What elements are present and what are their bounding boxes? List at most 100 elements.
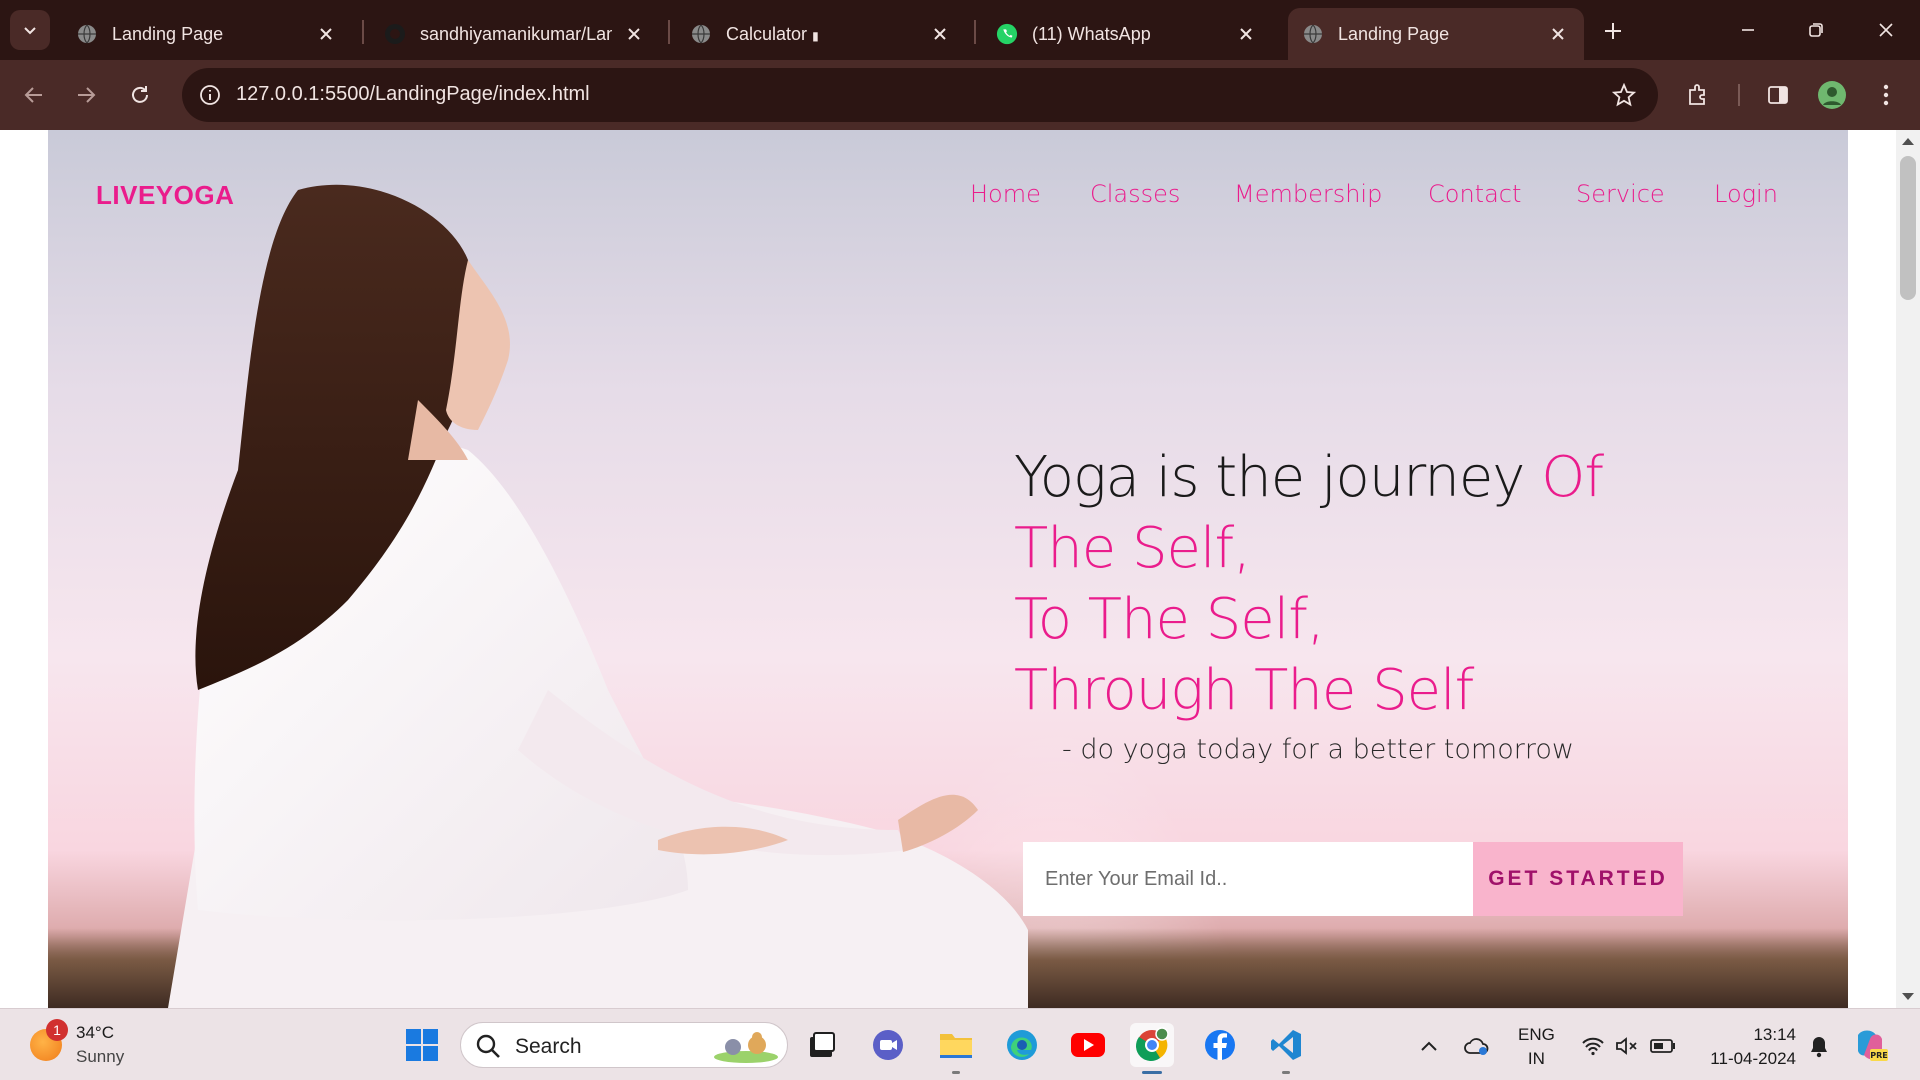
vscode-icon <box>1271 1030 1301 1060</box>
scroll-down-arrow-icon[interactable] <box>1902 993 1914 1000</box>
page-scrollbar[interactable] <box>1896 130 1920 1008</box>
tab-landing-page-1[interactable]: Landing Page <box>62 8 352 60</box>
side-panel-icon <box>1768 86 1788 104</box>
nav-membership[interactable]: Membership <box>1234 180 1382 208</box>
chevron-up-icon <box>1421 1041 1437 1051</box>
meet-app-button[interactable] <box>866 1023 910 1067</box>
tab-divider <box>974 20 976 44</box>
windows-start-icon <box>406 1029 438 1061</box>
side-panel-button[interactable] <box>1760 77 1796 113</box>
profile-button[interactable] <box>1814 77 1850 113</box>
reload-icon <box>132 86 148 103</box>
toolbar-divider <box>1738 84 1740 106</box>
copilot-icon: PRE <box>1858 1030 1888 1061</box>
bookmark-star-icon[interactable] <box>1610 81 1638 109</box>
running-indicator <box>1142 1071 1162 1074</box>
chevron-down-icon <box>24 27 36 35</box>
language-region: IN <box>1527 1049 1545 1068</box>
search-label: Search <box>515 1035 582 1058</box>
site-info-icon[interactable] <box>196 81 224 109</box>
tab-landing-page-active[interactable]: Landing Page <box>1288 8 1584 60</box>
svg-text:PRE: PRE <box>1870 1051 1888 1060</box>
email-input[interactable] <box>1023 842 1473 916</box>
close-icon[interactable] <box>622 22 646 46</box>
windows-taskbar: 1 34°C Sunny Search ENG IN 13:14 11-04-2… <box>0 1008 1920 1080</box>
back-button[interactable] <box>14 75 54 115</box>
scroll-thumb[interactable] <box>1900 156 1916 300</box>
close-window-button[interactable] <box>1862 10 1910 50</box>
taskbar-search[interactable]: Search <box>460 1022 788 1068</box>
notifications-button[interactable] <box>1804 1031 1834 1061</box>
close-icon[interactable] <box>1234 22 1258 46</box>
task-view-button[interactable] <box>800 1023 844 1067</box>
reload-button[interactable] <box>120 75 160 115</box>
onedrive-button[interactable] <box>1462 1031 1492 1061</box>
weather-condition[interactable]: Sunny <box>76 1047 124 1067</box>
close-icon[interactable] <box>1546 22 1570 46</box>
tab-calculator[interactable]: Calculator ▮ <box>676 8 966 60</box>
chrome-button[interactable] <box>1130 1023 1174 1074</box>
tab-search-button[interactable] <box>10 10 50 50</box>
windows-start-button[interactable] <box>400 1023 444 1067</box>
battery-button[interactable] <box>1648 1031 1678 1061</box>
copilot-button[interactable]: PRE <box>1852 1027 1888 1063</box>
nav-service[interactable]: Service <box>1576 180 1665 208</box>
headline-dark: Yoga is the journey <box>1014 445 1542 510</box>
browser-toolbar: 127.0.0.1:5500/LandingPage/index.html <box>0 60 1920 130</box>
cloud-sync-icon <box>1464 1038 1489 1055</box>
tab-github[interactable]: sandhiyamanikumar/Landin <box>370 8 660 60</box>
get-started-button[interactable]: GET STARTED <box>1473 842 1683 916</box>
github-icon <box>384 23 406 45</box>
nav-login[interactable]: Login <box>1714 180 1778 208</box>
search-highlight-art-icon <box>714 1032 778 1063</box>
tab-indicator: ▮ <box>812 28 819 43</box>
edge-button[interactable] <box>1000 1023 1044 1067</box>
avatar-icon <box>1818 81 1846 109</box>
headline-pink-inline: Of <box>1541 445 1604 510</box>
restore-icon <box>1809 23 1823 37</box>
close-icon[interactable] <box>928 22 952 46</box>
input-language[interactable]: ENG IN <box>1518 1023 1555 1071</box>
tab-whatsapp[interactable]: (11) WhatsApp <box>982 8 1272 60</box>
volume-muted-icon <box>1616 1037 1637 1055</box>
language-code: ENG <box>1518 1025 1555 1044</box>
clock-date: 11-04-2024 <box>1710 1049 1796 1068</box>
whatsapp-icon <box>996 23 1018 45</box>
chrome-icon <box>1136 1027 1169 1061</box>
tab-title: Landing Page <box>112 23 224 44</box>
globe-icon <box>76 23 98 45</box>
plus-icon <box>1605 23 1621 39</box>
running-indicator <box>952 1071 960 1074</box>
close-icon[interactable] <box>314 22 338 46</box>
brand-logo[interactable]: LIVEYOGA <box>96 180 234 211</box>
forward-button[interactable] <box>66 75 106 115</box>
task-view-icon <box>810 1032 835 1057</box>
volume-button[interactable] <box>1612 1031 1642 1061</box>
restore-button[interactable] <box>1792 10 1840 50</box>
vscode-button[interactable] <box>1264 1023 1308 1074</box>
file-explorer-button[interactable] <box>934 1023 978 1074</box>
minimize-button[interactable] <box>1724 10 1772 50</box>
system-clock[interactable]: 13:14 11-04-2024 <box>1700 1023 1796 1071</box>
new-tab-button[interactable] <box>1596 14 1630 48</box>
wifi-button[interactable] <box>1578 1031 1608 1061</box>
nav-contact[interactable]: Contact <box>1428 180 1521 208</box>
file-explorer-icon <box>940 1034 972 1058</box>
nav-classes[interactable]: Classes <box>1090 180 1180 208</box>
browser-menu-button[interactable] <box>1868 77 1904 113</box>
url-text[interactable]: 127.0.0.1:5500/LandingPage/index.html <box>236 83 590 106</box>
nav-home[interactable]: Home <box>970 180 1041 208</box>
youtube-button[interactable] <box>1066 1023 1110 1067</box>
arrow-left-icon <box>24 87 42 103</box>
edge-icon <box>1007 1030 1037 1060</box>
address-bar[interactable]: 127.0.0.1:5500/LandingPage/index.html <box>182 68 1658 122</box>
meditating-woman-image <box>168 184 1028 1008</box>
scroll-up-arrow-icon[interactable] <box>1902 138 1914 145</box>
tab-divider <box>668 20 670 44</box>
show-hidden-icons-button[interactable] <box>1414 1031 1444 1061</box>
minimize-icon <box>1742 29 1754 31</box>
weather-temperature[interactable]: 34°C <box>76 1023 114 1043</box>
facebook-button[interactable] <box>1198 1023 1242 1067</box>
extensions-button[interactable] <box>1680 77 1716 113</box>
hero-section: LIVEYOGA Home Classes Membership Contact… <box>48 130 1848 1008</box>
